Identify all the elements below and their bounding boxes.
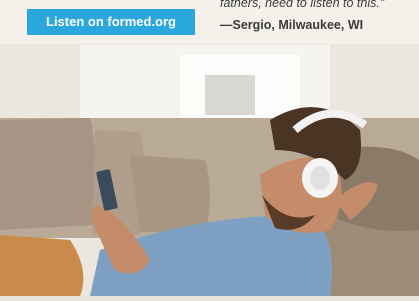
hero-photo — [0, 0, 419, 296]
testimonial-author: —Sergio, Milwaukee, WI — [220, 18, 364, 32]
listen-button[interactable]: Listen on formed.org — [27, 9, 195, 35]
testimonial-quote: fathers, need to listen to this." — [220, 0, 385, 10]
man-listening-photo — [0, 0, 419, 296]
